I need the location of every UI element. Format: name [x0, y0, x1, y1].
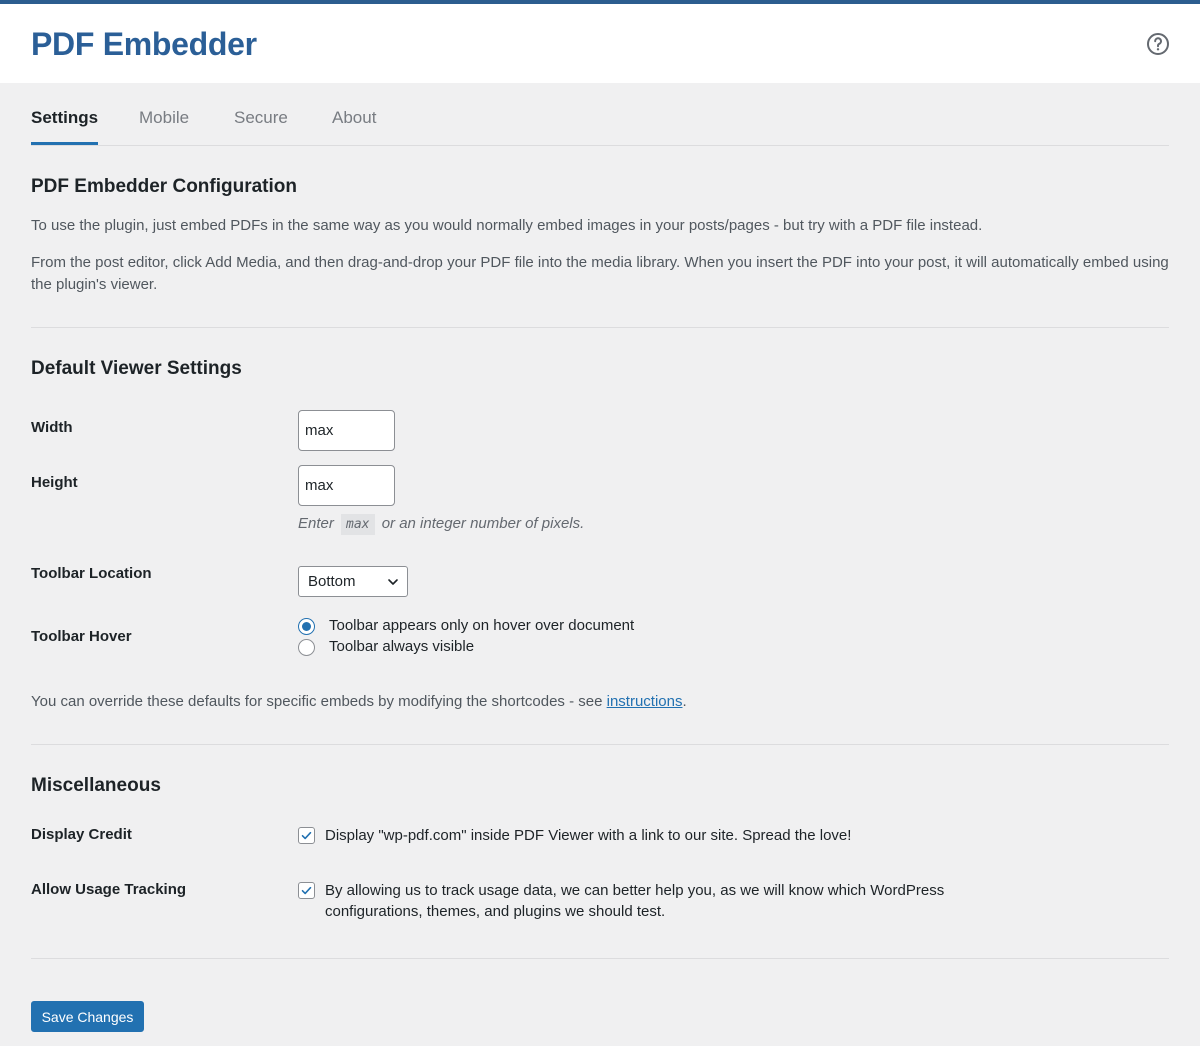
hover-option-label: Toolbar always visible	[329, 638, 475, 655]
toolbar-location-label: Toolbar Location	[31, 565, 152, 582]
hover-option-on-hover[interactable]: Toolbar appears only on hover over docum…	[298, 617, 658, 637]
chevron-down-icon	[388, 579, 398, 585]
toolbar-location-value: Bottom	[308, 573, 356, 590]
hover-option-always[interactable]: Toolbar always visible	[298, 638, 498, 658]
hint-code: max	[341, 514, 375, 535]
misc-heading: Miscellaneous	[31, 775, 161, 796]
toolbar-location-select[interactable]: Bottom	[298, 566, 408, 597]
width-label: Width	[31, 419, 73, 436]
page-header: PDF Embedder	[0, 4, 1200, 83]
section-divider	[31, 327, 1169, 328]
override-end: .	[682, 693, 687, 710]
hint-suffix: or an integer number of pixels.	[381, 515, 585, 532]
display-credit-checkbox[interactable]	[298, 827, 315, 844]
radio-button-checked[interactable]	[298, 618, 315, 635]
hint-prefix: Enter	[298, 515, 334, 532]
config-instructions-text: From the post editor, click Add Media, a…	[31, 254, 1169, 293]
size-hint: Enter max or an integer number of pixels…	[298, 512, 584, 537]
usage-tracking-label: Allow Usage Tracking	[31, 881, 187, 898]
height-label: Height	[31, 474, 78, 491]
usage-tracking-text: By allowing us to track usage data, we c…	[325, 882, 945, 920]
plugin-title: PDF Embedder	[31, 26, 257, 62]
display-credit-label: Display Credit	[31, 826, 132, 843]
tab-settings[interactable]: Settings	[31, 108, 99, 145]
tab-secure[interactable]: Secure	[234, 108, 288, 142]
tab-about[interactable]: About	[332, 108, 376, 142]
tab-mobile[interactable]: Mobile	[139, 108, 189, 142]
radio-button-unchecked[interactable]	[298, 639, 315, 656]
width-input[interactable]	[298, 410, 395, 451]
instructions-link[interactable]: instructions	[607, 693, 683, 710]
viewer-settings-heading: Default Viewer Settings	[31, 358, 242, 379]
question-circle-icon[interactable]	[1146, 32, 1170, 56]
override-text: You can override these defaults for spec…	[31, 693, 603, 710]
height-input[interactable]	[298, 465, 395, 506]
usage-tracking-checkbox[interactable]	[298, 882, 315, 899]
section-divider	[31, 744, 1169, 745]
toolbar-hover-label: Toolbar Hover	[31, 628, 132, 645]
display-credit-text: Display "wp-pdf.com" inside PDF Viewer w…	[325, 827, 852, 844]
config-heading: PDF Embedder Configuration	[31, 176, 297, 197]
override-note: You can override these defaults for spec…	[31, 691, 687, 713]
settings-tabs: Settings Mobile Secure About	[31, 100, 1169, 146]
save-changes-button[interactable]: Save Changes	[31, 1001, 144, 1032]
config-intro-text: To use the plugin, just embed PDFs in th…	[31, 217, 983, 234]
hover-option-label: Toolbar appears only on hover over docum…	[329, 617, 635, 634]
section-divider	[31, 958, 1169, 959]
